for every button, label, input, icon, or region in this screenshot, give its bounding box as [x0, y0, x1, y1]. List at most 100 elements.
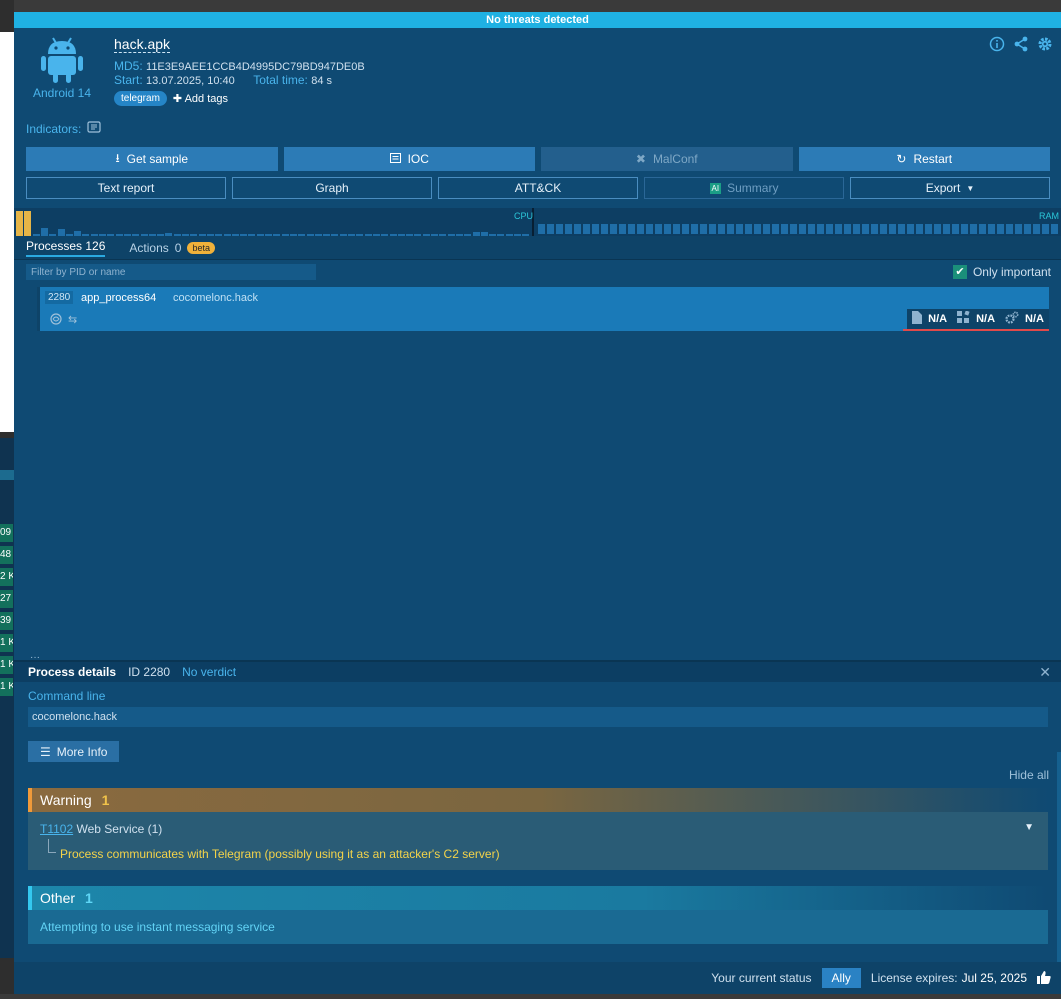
thumbs-up-icon[interactable] [1037, 970, 1051, 987]
ram-cell [970, 224, 977, 234]
summary-button[interactable]: AI Summary [644, 177, 844, 199]
network-icon [50, 313, 62, 328]
technique-link[interactable]: T1102 [40, 822, 73, 836]
restart-label: Restart [913, 152, 953, 166]
ram-cell [736, 224, 743, 234]
ram-cell [1051, 224, 1058, 234]
ram-cell [916, 224, 923, 234]
ram-cell [898, 224, 905, 234]
indicators: Indicators: [26, 121, 101, 136]
details-title: Process details [28, 665, 117, 679]
tab-actions[interactable]: Actions 0 beta [129, 241, 215, 255]
restart-button[interactable]: ↻ Restart [798, 147, 1050, 171]
ram-cell [709, 224, 716, 234]
background-cell: 09 [0, 524, 13, 542]
ram-cell [889, 224, 896, 234]
only-important-toggle[interactable]: ✔ Only important [952, 265, 1051, 279]
ram-cell [925, 224, 932, 234]
gear-icon[interactable] [1037, 36, 1053, 52]
ram-cell [907, 224, 914, 234]
ram-cell [997, 224, 1004, 234]
checkbox-checked-icon[interactable]: ✔ [952, 265, 967, 279]
tab-actions-count: 0 [174, 240, 182, 255]
beta-badge: beta [187, 241, 215, 254]
tab-processes-count: 126 [85, 238, 106, 253]
license-date: Jul 25, 2025 [961, 971, 1027, 985]
malconf-button[interactable]: ✖ MalConf [541, 147, 793, 171]
graph-button[interactable]: Graph [232, 177, 432, 199]
text-report-button[interactable]: Text report [26, 177, 226, 199]
ram-cell [682, 224, 689, 234]
ram-cell [592, 224, 599, 234]
ram-cell [718, 224, 725, 234]
other-count: 1 [85, 890, 93, 906]
add-tags-button[interactable]: ✚ Add tags [173, 92, 228, 105]
status-label: Your current status [711, 971, 812, 985]
list-icon [389, 152, 401, 166]
tab-processes[interactable]: Processes 126 [26, 238, 106, 257]
ram-cell [1024, 224, 1031, 234]
export-label: Export [925, 181, 961, 195]
ram-cell [673, 224, 680, 234]
caret-down-icon[interactable]: ▼ [1024, 822, 1034, 833]
export-button[interactable]: Export ▼ [850, 177, 1050, 199]
attck-label: ATT&CK [514, 181, 562, 195]
process-pid: 2280 [45, 291, 74, 304]
ram-cell [574, 224, 581, 234]
ram-cell [1006, 224, 1013, 234]
ram-cell [1033, 224, 1040, 234]
close-icon[interactable]: ✕ [1039, 664, 1051, 681]
cpu-bar [57, 229, 65, 236]
md5-key: MD5: [114, 59, 143, 73]
license-label: License expires: [870, 971, 958, 985]
hide-all-link[interactable]: Hide all [1009, 768, 1049, 782]
ram-cell [952, 224, 959, 234]
process-command: cocomelonc.hack [173, 292, 258, 304]
stat-modules-value: N/A [1025, 313, 1044, 325]
total-time-key: Total time: [253, 73, 308, 87]
indicators-icon[interactable] [87, 121, 101, 136]
malconf-label: MalConf [652, 152, 698, 166]
background-cell: 27 [0, 590, 13, 608]
ram-cell [754, 224, 761, 234]
os-block: Android 14 [26, 34, 98, 100]
attck-button[interactable]: ATT&CK [438, 177, 638, 199]
background-cell: 2 K [0, 568, 13, 586]
other-section-header[interactable]: Other 1 [28, 886, 1048, 910]
secondary-actions: Text report Graph ATT&CK AI Summary Expo… [26, 177, 1050, 199]
background-cell: 39 [0, 612, 13, 630]
ioc-button[interactable]: IOC [283, 147, 535, 171]
menu-lines-icon: ☰ [40, 744, 51, 759]
start-key: Start: [114, 73, 143, 87]
ram-cell [835, 224, 842, 234]
refresh-icon: ↻ [896, 152, 907, 166]
technique-name: Web Service (1) [73, 822, 163, 836]
warning-count: 1 [101, 792, 110, 808]
command-line-value[interactable]: cocomelonc.hack [28, 707, 1048, 727]
filter-input[interactable] [26, 264, 316, 280]
get-sample-button[interactable]: ⭳ Get sample [26, 147, 278, 171]
get-sample-label: Get sample [126, 152, 189, 166]
registry-icon [957, 310, 970, 327]
other-section-body: Attempting to use instant messaging serv… [28, 910, 1048, 944]
share-icon[interactable] [1013, 36, 1029, 52]
other-title: Other [40, 890, 76, 906]
file-name[interactable]: hack.apk [114, 36, 171, 53]
warning-section-header[interactable]: Warning 1 [28, 788, 1048, 812]
status-badge[interactable]: Ally [821, 968, 861, 988]
threat-level-line [903, 329, 1049, 331]
md5-value: 11E3E9AEE1CCB4D4995DC79BD947DE0B [146, 61, 365, 73]
tag-chip[interactable]: telegram [114, 91, 167, 106]
process-name: app_process64 [81, 292, 157, 304]
ram-cell [664, 224, 671, 234]
background-cell: 48 [0, 546, 13, 564]
stat-registry-value: N/A [976, 313, 996, 325]
info-icon[interactable] [989, 36, 1005, 52]
ram-cell [691, 224, 698, 234]
analysis-window: No threats detected Android 14 hack.apk … [14, 12, 1061, 964]
exchange-icon: ⇆ [68, 314, 78, 326]
other-detail: Attempting to use instant messaging serv… [40, 920, 275, 934]
more-info-button[interactable]: ☰ More Info [28, 741, 120, 762]
process-row[interactable]: 2280 app_process64 cocomelonc.hack ⇆ N/A [37, 287, 1049, 331]
details-scrollbar[interactable] [1057, 752, 1061, 964]
